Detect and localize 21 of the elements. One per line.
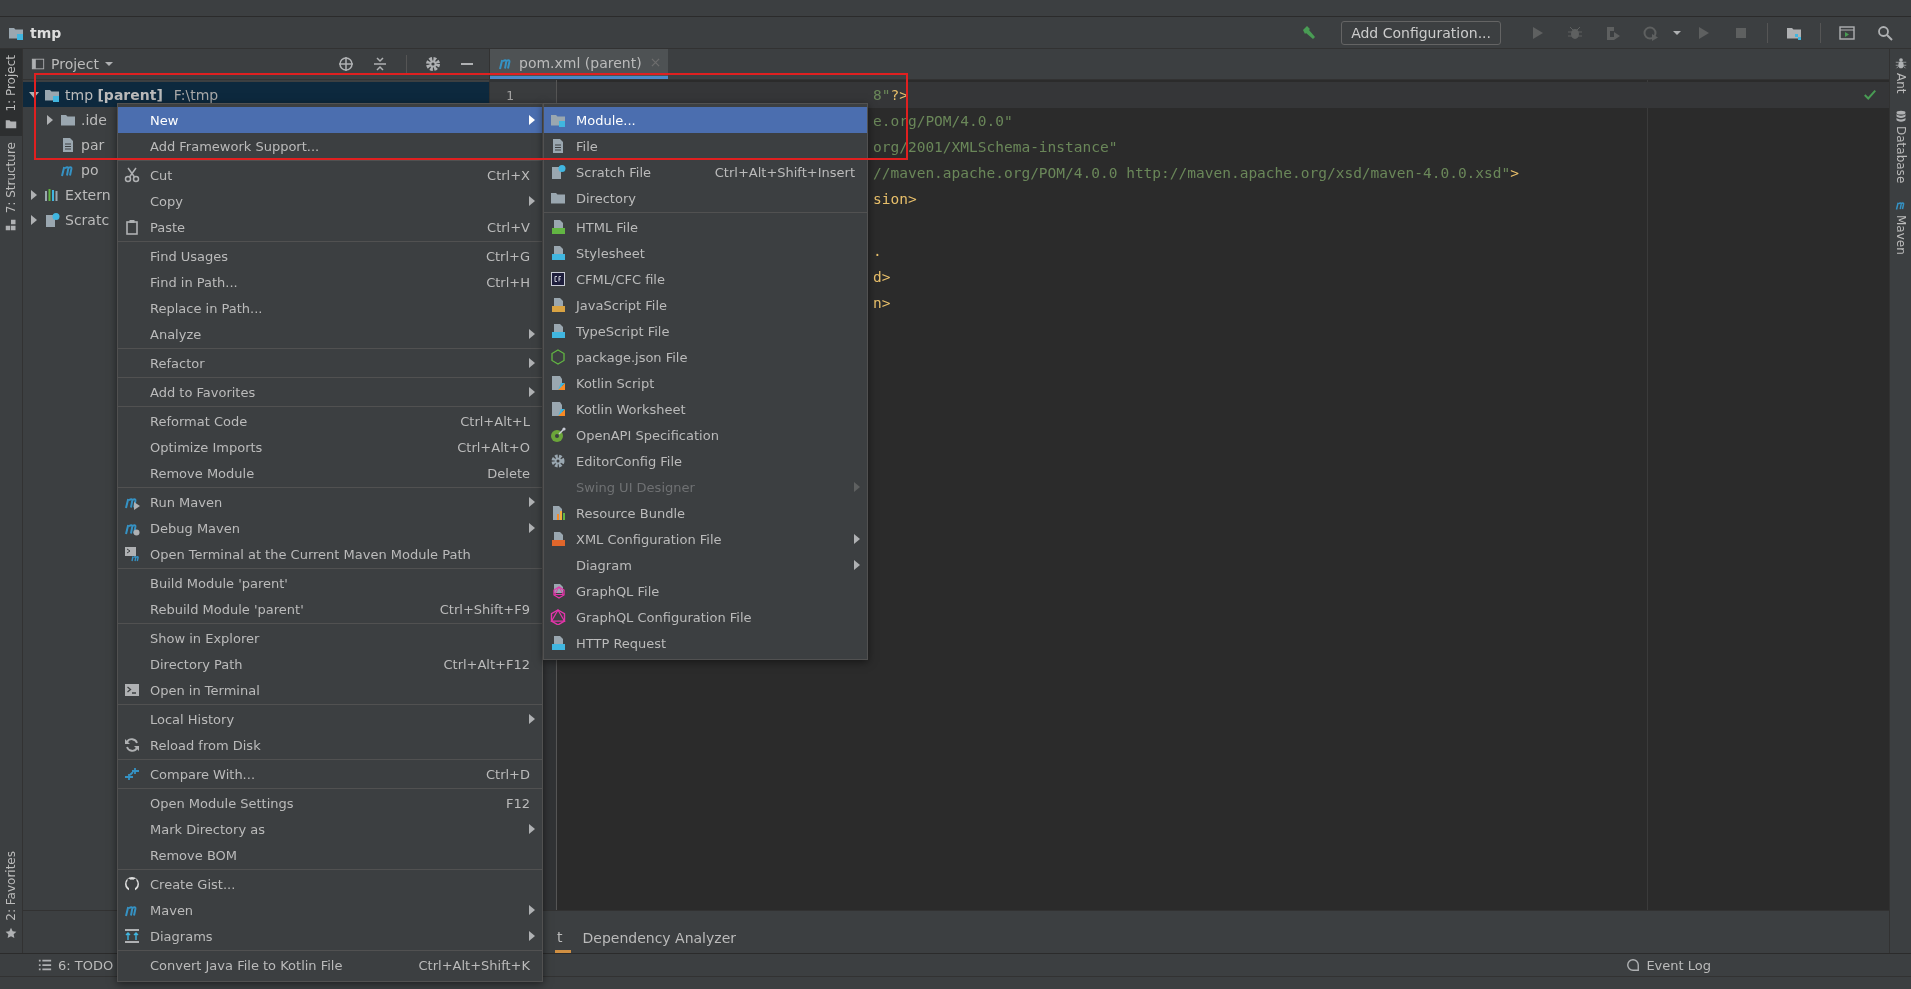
code-line: n> — [873, 295, 891, 311]
shortcut: Ctrl+G — [485, 248, 530, 264]
code-line: //maven.apache.org/POM/4.0.0 http://maven.apache.org/xsd/maven-4.0.0.xsd"> — [873, 165, 1519, 181]
code-line: sion> — [873, 191, 917, 207]
code-line: 8"?> — [873, 87, 908, 103]
code-line: . — [873, 243, 882, 259]
code-line: d> — [873, 269, 891, 285]
shortcut: Delete — [487, 465, 530, 481]
shortcut: Ctrl+Alt+O — [457, 439, 530, 455]
shortcut: Ctrl+Shift+F9 — [439, 601, 530, 617]
line-number: 1 — [506, 87, 514, 103]
shortcut: Ctrl+Alt+Shift+Insert — [714, 164, 855, 180]
shortcut: Ctrl+V — [487, 219, 530, 235]
shortcut: Ctrl+D — [485, 766, 530, 782]
shortcut: Ctrl+Alt+Shift+K — [418, 957, 530, 973]
shortcut: Ctrl+X — [487, 167, 530, 183]
path-label: F:\tmp — [173, 86, 219, 103]
shortcut: Ctrl+Alt+L — [460, 413, 530, 429]
shortcut: Ctrl+Alt+F12 — [443, 656, 530, 672]
shortcut: F12 — [505, 795, 530, 811]
shortcut: Ctrl+H — [486, 274, 530, 290]
